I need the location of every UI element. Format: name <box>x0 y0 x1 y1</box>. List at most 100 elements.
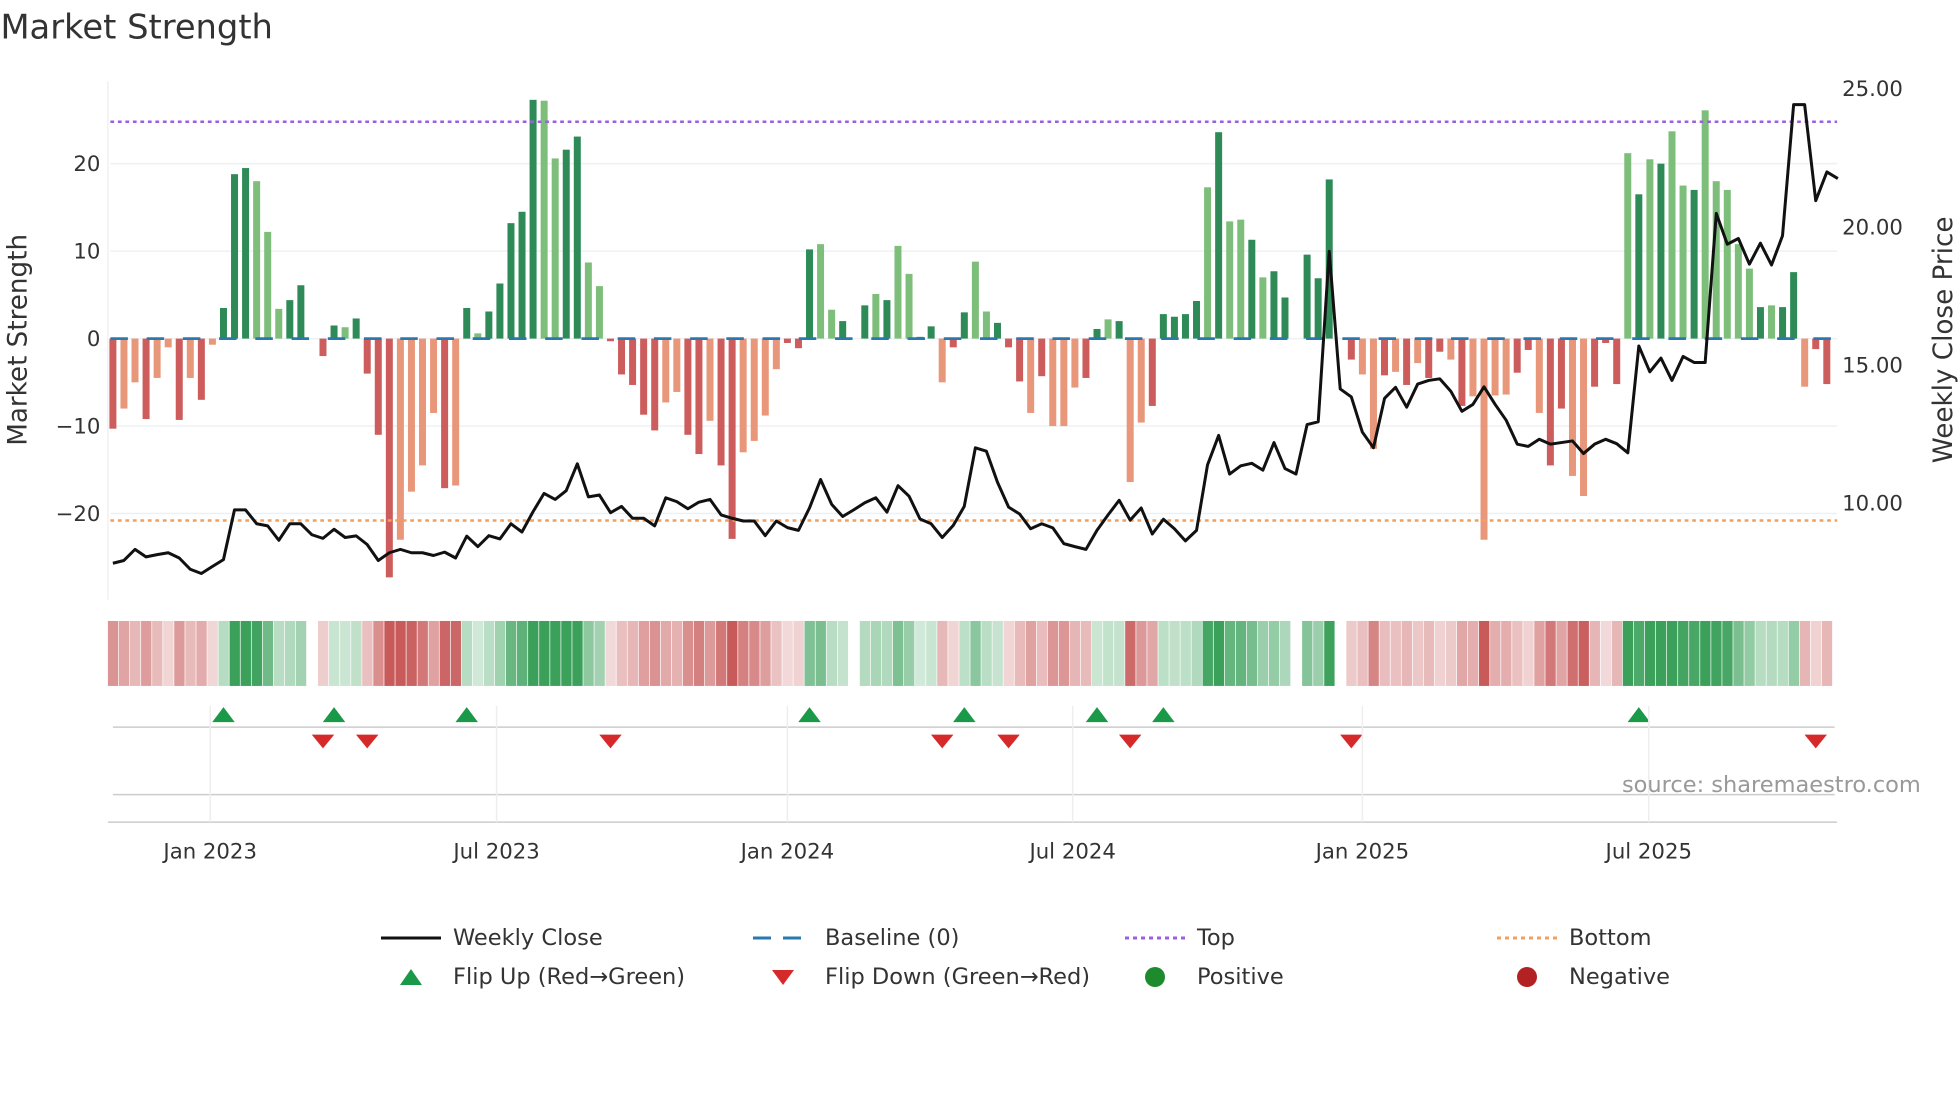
strength-bar <box>1657 163 1665 339</box>
strength-bar <box>839 321 847 339</box>
y-tick-label-right: 20.00 <box>1842 215 1903 240</box>
strength-bar <box>761 338 769 416</box>
heat-cell <box>1766 620 1777 686</box>
strength-bar <box>1170 316 1178 339</box>
strength-bar <box>1745 268 1753 339</box>
x-tick-label: Jan 2025 <box>1314 839 1410 864</box>
y-tick-label-right: 15.00 <box>1842 353 1903 378</box>
strength-bar <box>960 312 968 339</box>
flip-up-marker <box>212 707 235 723</box>
strength-bar <box>1027 338 1035 413</box>
heat-cell <box>1202 620 1213 686</box>
strength-bar <box>1591 338 1599 387</box>
heat-cell <box>1810 620 1822 686</box>
heat-cell <box>528 620 539 686</box>
heat-cell <box>1379 620 1390 686</box>
strength-bar <box>938 338 946 383</box>
strength-bar <box>1679 185 1687 339</box>
heat-cell <box>970 620 981 686</box>
strength-bar <box>595 286 603 339</box>
heat-cell <box>1069 620 1081 686</box>
heat-cell <box>1136 620 1147 686</box>
strength-bar <box>1690 189 1698 339</box>
strength-bar <box>1281 297 1289 339</box>
heat-cell <box>1025 620 1037 686</box>
heat-cell <box>1302 620 1313 686</box>
heat-cell <box>130 620 141 686</box>
heat-cell <box>1180 620 1191 686</box>
strength-bar <box>219 307 227 339</box>
strength-bar <box>1071 338 1079 388</box>
y-axis-label-right: Weekly Close Price <box>1929 217 1959 464</box>
strength-bar <box>1005 338 1013 348</box>
heat-cell <box>1467 620 1479 686</box>
flip-up-marker <box>1085 707 1109 723</box>
strength-bar <box>1568 338 1576 476</box>
flip-down-marker <box>930 734 954 749</box>
heat-cell <box>727 620 738 686</box>
heat-cell <box>1689 620 1700 686</box>
heat-cell <box>1744 620 1755 686</box>
strength-bar <box>1812 338 1820 350</box>
heat-cell <box>948 620 959 686</box>
strength-bar <box>1215 132 1223 339</box>
heat-cell <box>693 620 705 686</box>
strength-bar <box>1193 300 1201 339</box>
strength-bar <box>1756 307 1764 339</box>
strength-bar <box>872 293 880 339</box>
heat-cell <box>793 620 804 686</box>
heat-cell <box>937 620 948 686</box>
strength-bar <box>971 261 979 339</box>
heat-cell <box>317 620 329 686</box>
strength-bar <box>1314 278 1322 339</box>
strength-bar <box>1126 338 1134 483</box>
heat-cell <box>981 620 992 686</box>
strength-bar <box>1513 338 1521 373</box>
strength-bar <box>1491 338 1499 396</box>
strength-bar <box>452 338 460 486</box>
heat-cell <box>384 620 395 686</box>
heat-cell <box>1401 620 1412 686</box>
strength-bar <box>783 338 791 343</box>
heat-cell <box>1655 620 1667 686</box>
flip-up-marker <box>1627 707 1651 723</box>
heat-cell <box>1412 620 1424 686</box>
strength-bar <box>363 338 371 374</box>
heat-cell <box>926 620 937 686</box>
strength-bar <box>1436 338 1444 352</box>
heat-cell <box>1700 620 1711 686</box>
heat-cell <box>904 620 915 686</box>
strength-bar <box>396 338 404 540</box>
heat-cell <box>240 620 251 686</box>
strength-bar <box>1403 338 1411 385</box>
heat-cell <box>1567 620 1578 686</box>
heat-cell <box>716 620 727 686</box>
y-tick-label-right: 25.00 <box>1842 77 1903 102</box>
strength-bar <box>518 211 526 339</box>
heat-cell <box>1169 620 1180 686</box>
heat-cell <box>152 620 163 686</box>
heat-cell <box>1114 620 1125 686</box>
heat-cell <box>815 620 826 686</box>
heat-cell <box>782 620 793 686</box>
strength-bar <box>430 338 438 413</box>
strength-bar <box>894 245 902 339</box>
heat-cell <box>1191 620 1202 686</box>
heat-cell <box>1423 620 1435 686</box>
heat-cell <box>881 620 893 686</box>
strength-bar <box>1635 194 1643 339</box>
strength-bar <box>1392 338 1400 372</box>
strength-bar <box>1502 338 1510 395</box>
strength-bar <box>1248 239 1256 339</box>
heat-cell <box>870 620 882 686</box>
heat-cell <box>804 620 815 686</box>
heat-cell <box>362 620 373 686</box>
strength-bar <box>673 338 681 392</box>
heat-cell <box>760 620 771 686</box>
strength-bar <box>341 327 349 339</box>
strength-bar <box>1082 338 1090 378</box>
strength-bar <box>1624 153 1632 339</box>
heat-cell <box>1733 620 1744 686</box>
strength-bar <box>695 338 703 455</box>
heat-cell <box>1235 620 1247 686</box>
